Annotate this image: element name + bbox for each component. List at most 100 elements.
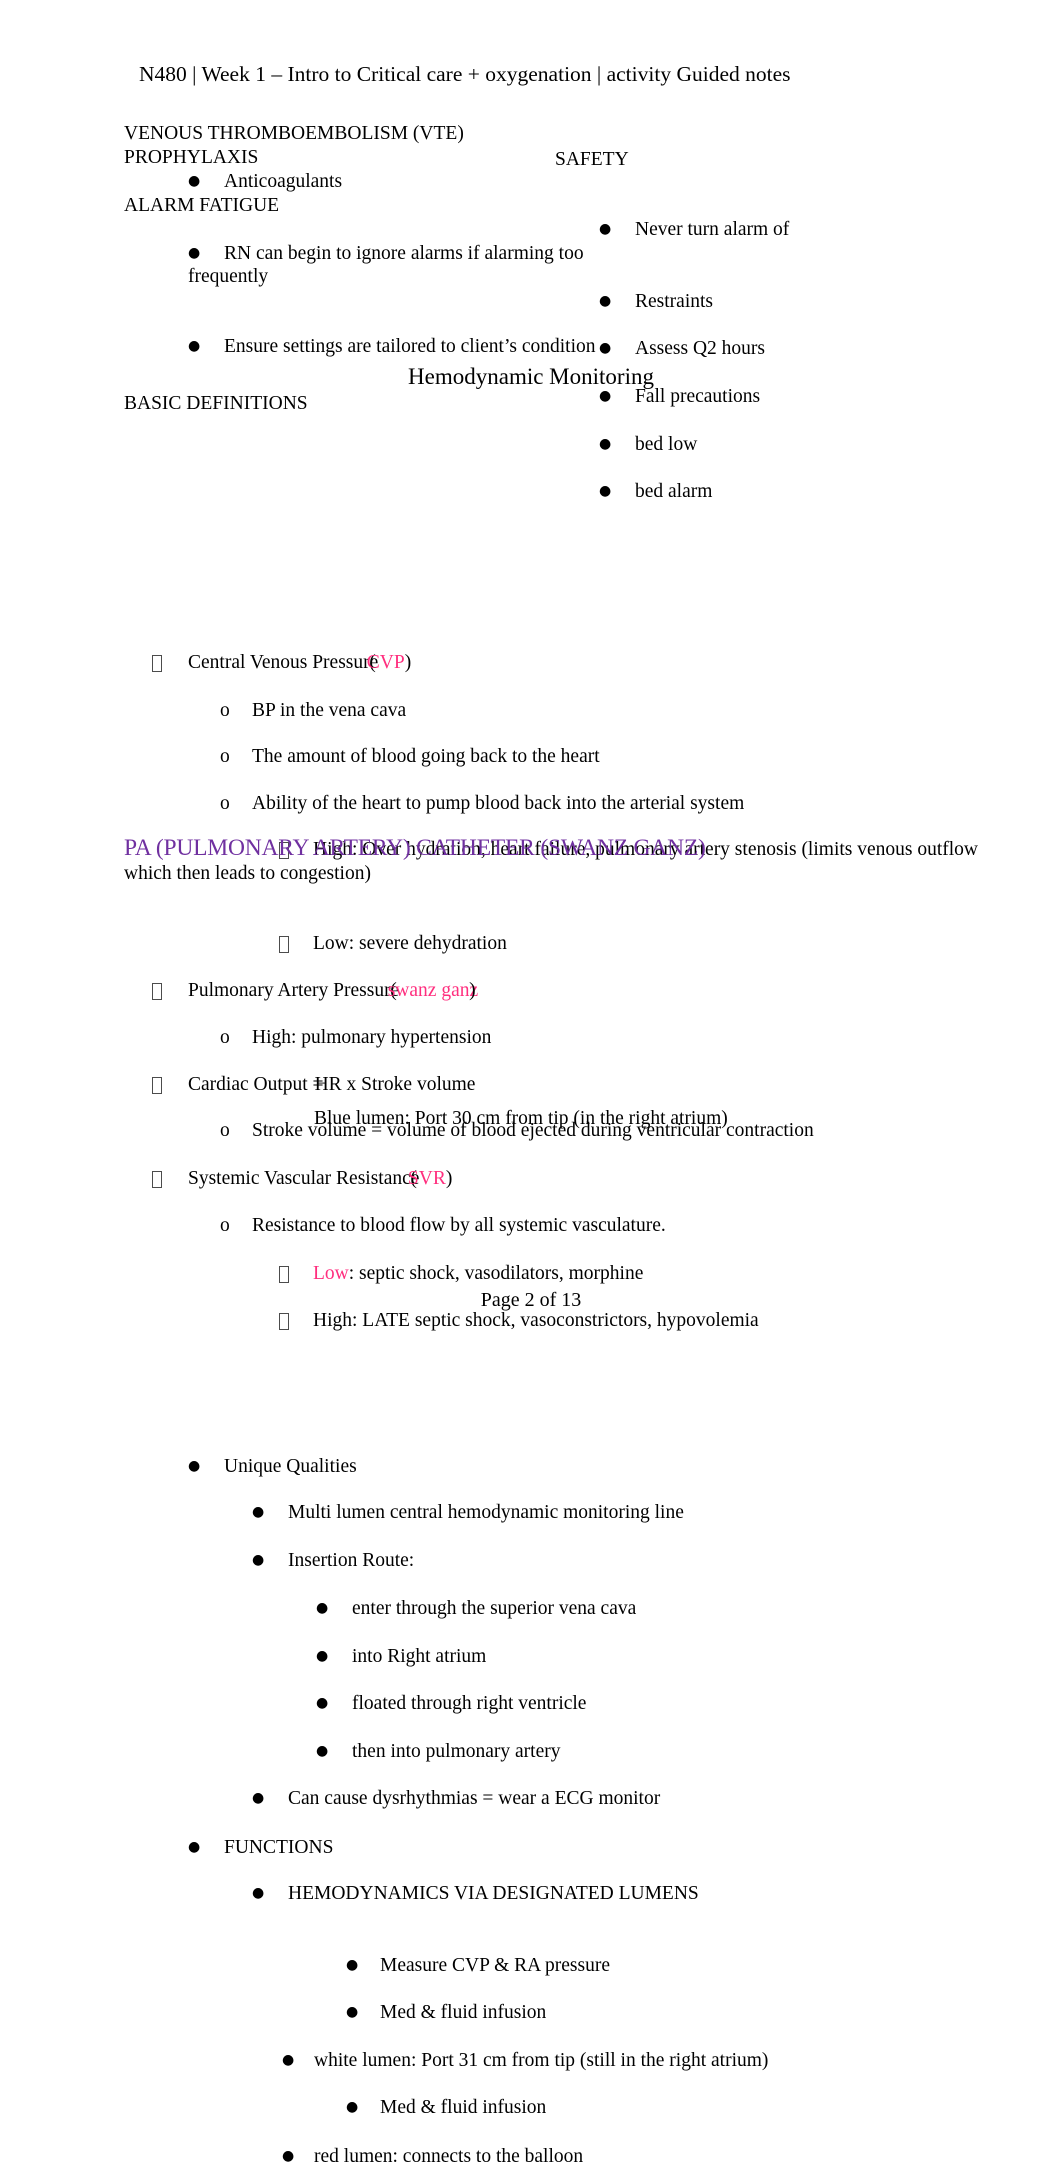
bullet-disc-icon: ● xyxy=(599,218,611,242)
list-item: o Ability of the heart to pump blood bac… xyxy=(124,792,924,816)
bullet-disc-icon: ● xyxy=(346,2001,358,2025)
bullet-disc-icon: ● xyxy=(599,480,611,504)
list-item: o Resistance to blood flow by all system… xyxy=(124,1214,974,1238)
red-lumen-text: red lumen: connects to the balloon xyxy=(124,2146,583,2167)
red-lumen-item: ● red lumen: connects to the balloon xyxy=(124,2145,924,2168)
bullet-disc-icon: ● xyxy=(599,337,611,361)
list-item-label: RN can begin to ignore alarms if alarmin… xyxy=(188,243,584,288)
list-item: Low: septic shock, vasodilators, morphin… xyxy=(124,1262,1024,1286)
vte-heading-text-2: PROPHYLAXIS xyxy=(124,147,258,168)
vte-heading-line-1: VENOUS THROMBOEMBOLISM (VTE) xyxy=(124,122,574,146)
basic-definitions-heading: BASIC DEFINITIONS xyxy=(124,392,308,416)
bullet-disc-icon: ● xyxy=(188,335,200,359)
list-item-label: Ability of the heart to pump blood back … xyxy=(124,793,744,814)
bullet-disc-icon: ● xyxy=(316,1645,328,1669)
bullet-disc-icon: ● xyxy=(252,1501,264,1525)
list-item-label: Med & fluid infusion xyxy=(124,2097,546,2118)
bullet-box-glyph-icon xyxy=(152,1169,162,1193)
list-item-label: Restraints xyxy=(599,291,713,312)
bullet-disc-icon: ● xyxy=(252,1882,264,1906)
bullet-box-glyph-icon xyxy=(279,934,289,958)
list-item-label: Never turn alarm of xyxy=(599,219,789,240)
list-item: ● enter through the superior vena cava xyxy=(124,1597,924,1621)
bullet-box-glyph-icon xyxy=(152,1075,162,1099)
bullet-disc-icon: ● xyxy=(316,1597,328,1621)
list-item: ● Multi lumen central hemodynamic monito… xyxy=(124,1501,924,1525)
list-item-label: Insertion Route: xyxy=(124,1550,414,1571)
list-item-label: into Right atrium xyxy=(124,1646,486,1667)
cardiac-output-item: Cardiac Output =HR x Stroke volume xyxy=(124,1073,924,1097)
white-lumen-item: ● white lumen: Port 31 cm from tip (stil… xyxy=(124,2049,944,2073)
list-item-label: High: LATE septic shock, vasoconstrictor… xyxy=(124,1310,759,1331)
functions-label: FUNCTIONS xyxy=(124,1837,333,1858)
bullet-o-icon: o xyxy=(220,745,230,769)
list-item: ● Restraints xyxy=(555,290,1039,314)
list-item: o The amount of blood going back to the … xyxy=(124,745,924,769)
bullet-box-glyph-icon xyxy=(279,1264,289,1288)
bullet-box-glyph-icon xyxy=(152,981,162,1005)
white-lumen-text: white lumen: Port 31 cm from tip (still … xyxy=(124,2050,768,2071)
bullet-disc-icon: ● xyxy=(188,170,200,194)
cvp-paren-close: ) xyxy=(405,652,412,673)
list-item-label: Assess Q2 hours xyxy=(599,338,765,359)
safety-heading-text: SAFETY xyxy=(555,149,629,170)
document-page: N480 | Week 1 – Intro to Critical care +… xyxy=(0,0,1062,1561)
bullet-o-icon: o xyxy=(220,792,230,816)
svr-item: Systemic Vascular Resistance(SVR) xyxy=(124,1167,924,1191)
bullet-disc-icon: ● xyxy=(316,1692,328,1716)
bullet-disc-icon: ● xyxy=(346,2096,358,2120)
list-item: ● into Right atrium xyxy=(124,1645,924,1669)
pap-abbrev: swanz ganz xyxy=(388,980,478,1001)
list-item: ● Assess Q2 hours xyxy=(555,337,1039,361)
svr-low-rest: : septic shock, vasodilators, morphine xyxy=(349,1263,644,1284)
vte-heading-text-1: VENOUS THROMBOEMBOLISM (VTE) xyxy=(124,123,464,144)
functions-item: ● FUNCTIONS xyxy=(124,1836,924,1860)
list-item: High: LATE septic shock, vasoconstrictor… xyxy=(124,1309,1024,1333)
bullet-disc-icon: ● xyxy=(188,1455,200,1479)
bullet-disc-icon: ● xyxy=(188,1836,200,1860)
bullet-o-icon: o xyxy=(220,1026,230,1050)
svr-abbrev: SVR xyxy=(408,1168,446,1189)
list-item: ● Med & fluid infusion xyxy=(124,2001,924,2025)
bullet-disc-icon: ● xyxy=(599,290,611,314)
list-item: ● bed alarm xyxy=(555,480,1039,504)
bullet-o-icon: o xyxy=(220,699,230,723)
list-item-label: floated through right ventricle xyxy=(124,1693,586,1714)
cvp-abbrev: CVP xyxy=(367,652,405,673)
list-item-label: High: pulmonary hypertension xyxy=(124,1027,491,1048)
list-item: ● then into pulmonary artery xyxy=(124,1740,924,1764)
bullet-disc-icon: ● xyxy=(252,1549,264,1573)
cvp-label: Central Venous Pressure xyxy=(188,652,378,673)
list-item: ● floated through right ventricle xyxy=(124,1692,924,1716)
list-item-label: Low: severe dehydration xyxy=(124,933,507,954)
bullet-disc-icon: ● xyxy=(599,433,611,457)
list-item-label: Resistance to blood flow by all systemic… xyxy=(124,1215,666,1236)
pap-label: Pulmonary Artery Pressure xyxy=(188,980,399,1001)
page-footer: Page 2 of 13 xyxy=(0,1288,1062,1312)
list-item-label: BP in the vena cava xyxy=(124,700,406,721)
vte-heading-line-2: PROPHYLAXIS xyxy=(124,146,574,170)
list-item: ● Med & fluid infusion xyxy=(124,2096,924,2120)
pap-paren-close: ) xyxy=(469,980,476,1001)
list-item-label: enter through the superior vena cava xyxy=(124,1598,636,1619)
svr-label: Systemic Vascular Resistance xyxy=(188,1168,419,1189)
list-item-label: Anticoagulants xyxy=(188,171,342,192)
list-item: ● RN can begin to ignore alarms if alarm… xyxy=(124,242,618,289)
bullet-disc-icon: ● xyxy=(188,242,200,266)
list-item-label: Can cause dysrhythmias = wear a ECG moni… xyxy=(124,1788,660,1809)
section-title-hemodynamic-monitoring: Hemodynamic Monitoring xyxy=(0,363,1062,390)
list-item-label: The amount of blood going back to the he… xyxy=(124,746,600,767)
svr-paren-close: ) xyxy=(446,1168,453,1189)
list-item-label: then into pulmonary artery xyxy=(124,1741,560,1762)
list-item-label: Ensure settings are tailored to client’s… xyxy=(188,336,596,357)
list-item: ● Anticoagulants xyxy=(124,170,638,194)
list-item: ● Can cause dysrhythmias = wear a ECG mo… xyxy=(124,1787,924,1811)
list-item: ● Never turn alarm of xyxy=(555,218,1039,242)
bullet-o-icon: o xyxy=(220,1214,230,1238)
cvp-item: Central Venous Pressure(CVP) xyxy=(124,651,924,675)
cardiac-output-label-b: HR x Stroke volume xyxy=(315,1074,476,1095)
hemodynamics-lumens-item: ● HEMODYNAMICS VIA DESIGNATED LUMENS xyxy=(124,1882,924,1906)
list-item-label: Med & fluid infusion xyxy=(124,2002,546,2023)
bullet-box-glyph-icon xyxy=(152,653,162,677)
alarm-fatigue-heading: ALARM FATIGUE xyxy=(124,194,574,218)
